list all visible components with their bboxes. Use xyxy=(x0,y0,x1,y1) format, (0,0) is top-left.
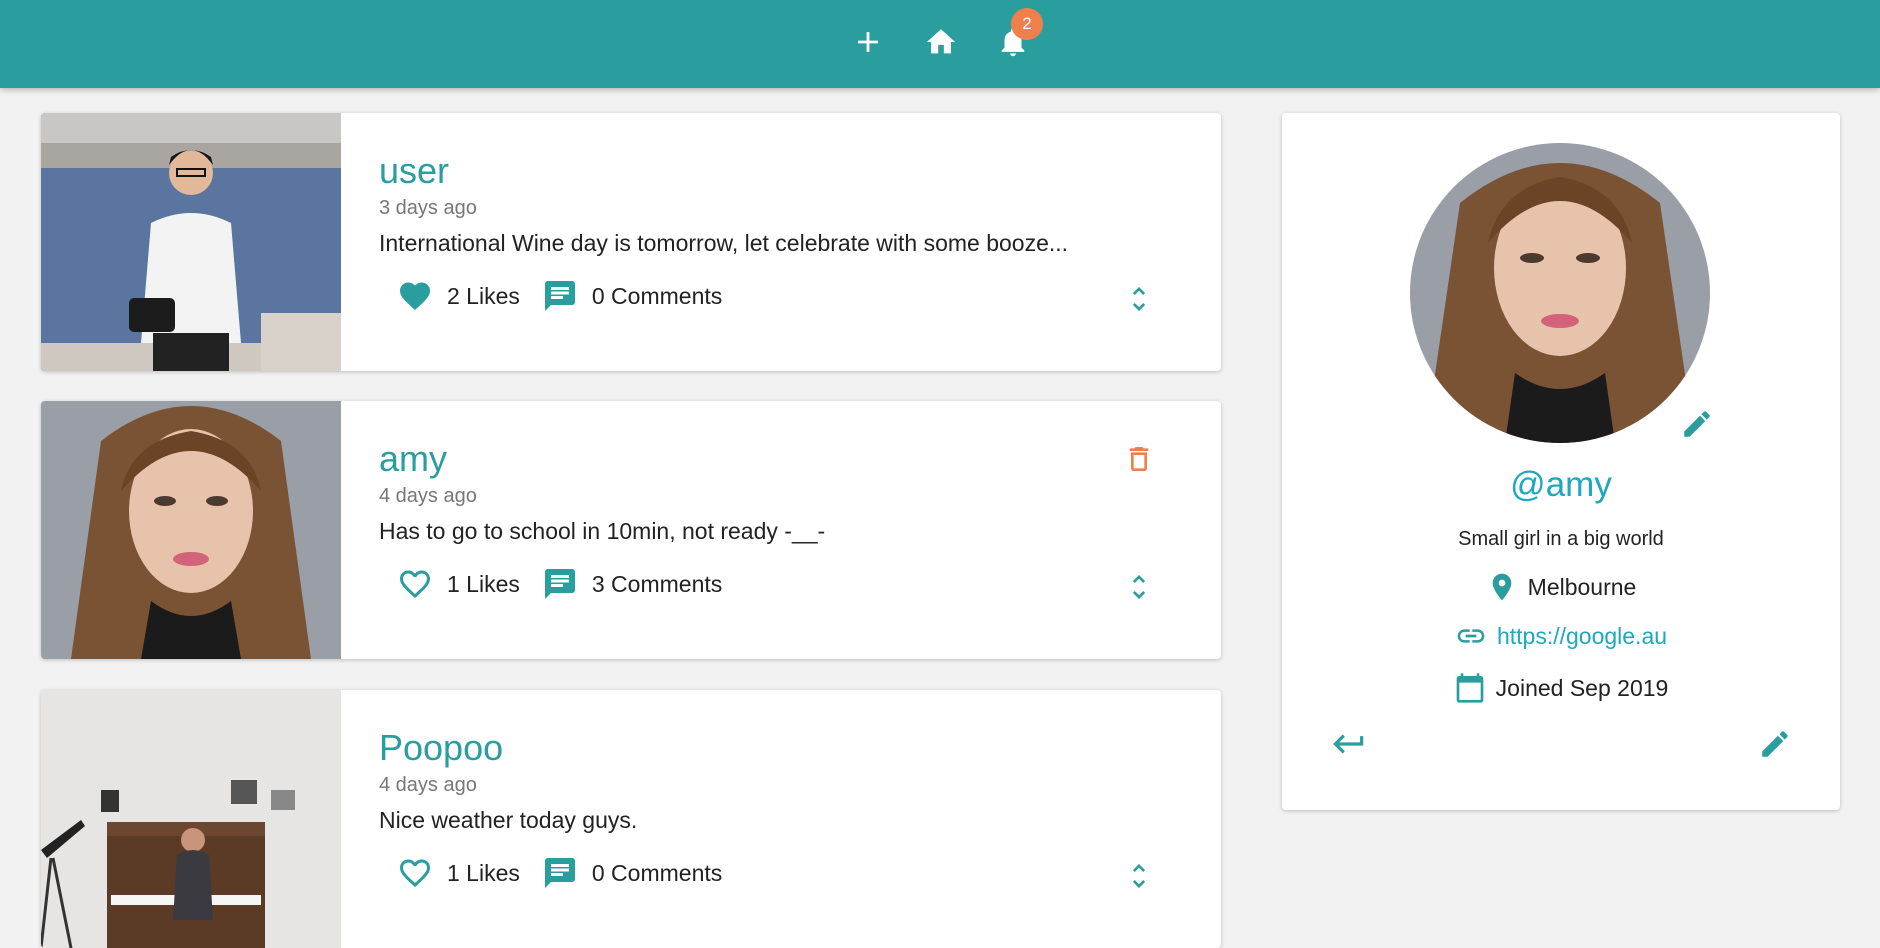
post-card: amy 4 days ago Has to go to school in 10… xyxy=(41,401,1221,659)
add-post-button[interactable] xyxy=(842,16,894,68)
post-text: Has to go to school in 10min, not ready … xyxy=(379,517,826,544)
comments-count: 0 Comments xyxy=(591,859,723,886)
expand-post-button[interactable] xyxy=(1123,281,1155,317)
profile-handle[interactable]: @amy xyxy=(1282,465,1840,505)
pencil-icon xyxy=(1762,731,1788,757)
comment-icon[interactable] xyxy=(542,278,578,314)
profile-website: https://google.au xyxy=(1282,620,1840,652)
notification-badge: 2 xyxy=(1011,8,1043,40)
edit-avatar-button[interactable] xyxy=(1680,407,1714,441)
comment-icon[interactable] xyxy=(542,566,578,602)
man-with-camera-photo xyxy=(41,113,341,371)
post-card: Poopoo 4 days ago Nice weather today guy… xyxy=(41,690,1221,948)
likes-count: 1 Likes xyxy=(447,570,520,597)
delete-post-button[interactable] xyxy=(1123,441,1155,477)
woman-portrait-photo xyxy=(41,401,341,659)
app-bar: 2 xyxy=(0,0,1880,88)
calendar-icon xyxy=(1456,673,1484,703)
edit-profile-button[interactable] xyxy=(1758,727,1792,761)
comment-icon[interactable] xyxy=(542,855,578,891)
profile-location: Melbourne xyxy=(1282,571,1840,603)
unfold-more-icon xyxy=(1132,864,1146,888)
heart-outline-icon[interactable] xyxy=(397,566,433,602)
avatar[interactable] xyxy=(1410,143,1710,443)
post-image[interactable] xyxy=(41,113,341,371)
post-actions: 2 Likes 0 Comments xyxy=(397,278,744,314)
trash-icon xyxy=(1129,447,1149,471)
unfold-more-icon xyxy=(1132,575,1146,599)
pencil-icon xyxy=(1684,411,1710,437)
likes-count: 2 Likes xyxy=(447,282,520,309)
post-actions: 1 Likes 3 Comments xyxy=(397,566,744,602)
woman-portrait-photo xyxy=(1410,143,1710,443)
post-text: Nice weather today guys. xyxy=(379,806,638,833)
comments-count: 0 Comments xyxy=(591,282,723,309)
location-pin-icon xyxy=(1492,573,1511,601)
home-button[interactable] xyxy=(915,16,967,68)
post-time: 4 days ago xyxy=(379,773,477,796)
website-link[interactable]: https://google.au xyxy=(1497,623,1667,650)
heart-outline-icon[interactable] xyxy=(397,855,433,891)
likes-count: 1 Likes xyxy=(447,859,520,886)
profile-bio: Small girl in a big world xyxy=(1458,528,1664,550)
joined-text: Joined Sep 2019 xyxy=(1495,674,1669,701)
woman-at-piano-photo xyxy=(41,690,341,948)
post-body: Poopoo 4 days ago Nice weather today guy… xyxy=(379,728,1181,834)
post-time: 4 days ago xyxy=(379,484,477,507)
logout-button[interactable] xyxy=(1330,725,1368,763)
post-author[interactable]: user xyxy=(379,151,1181,191)
post-image[interactable] xyxy=(41,690,341,948)
location-text: Melbourne xyxy=(1527,573,1637,600)
add-icon xyxy=(858,32,878,52)
home-icon xyxy=(926,29,956,54)
comments-count: 3 Comments xyxy=(591,570,723,597)
post-body: amy 4 days ago Has to go to school in 10… xyxy=(379,439,1181,545)
profile-card: @amy Small girl in a big world Melbourne… xyxy=(1282,113,1840,810)
link-icon xyxy=(1457,629,1485,643)
post-card: user 3 days ago International Wine day i… xyxy=(41,113,1221,371)
return-arrow-icon xyxy=(1333,734,1364,754)
expand-post-button[interactable] xyxy=(1123,569,1155,605)
post-image[interactable] xyxy=(41,401,341,659)
post-time: 3 days ago xyxy=(379,196,477,219)
notifications-button[interactable]: 2 xyxy=(987,8,1043,68)
post-author[interactable]: Poopoo xyxy=(379,728,1181,768)
post-author[interactable]: amy xyxy=(379,439,1181,479)
post-actions: 1 Likes 0 Comments xyxy=(397,855,744,891)
heart-filled-icon[interactable] xyxy=(397,278,433,314)
post-text: International Wine day is tomorrow, let … xyxy=(379,229,1069,256)
post-body: user 3 days ago International Wine day i… xyxy=(379,151,1181,257)
profile-joined: Joined Sep 2019 xyxy=(1282,672,1840,704)
expand-post-button[interactable] xyxy=(1123,858,1155,894)
unfold-more-icon xyxy=(1132,287,1146,311)
